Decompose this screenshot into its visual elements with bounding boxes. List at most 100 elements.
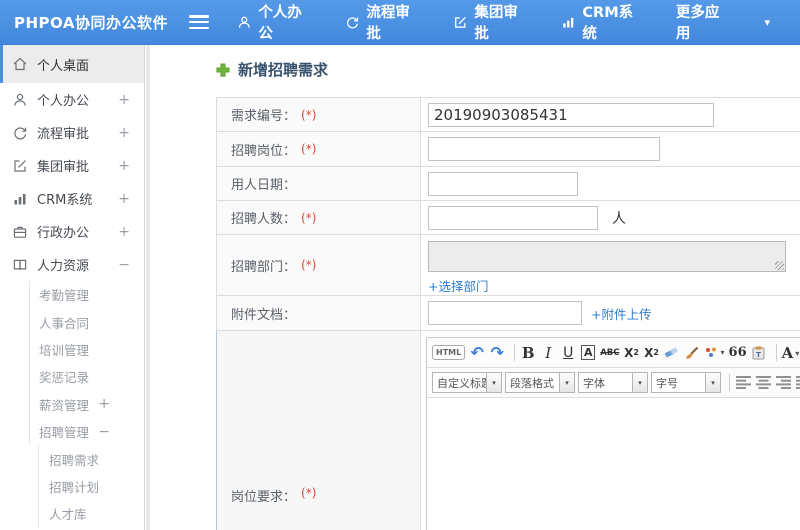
toolbar-divider (775, 344, 777, 361)
process-icon (346, 16, 358, 28)
field-label: 招聘人数： (231, 212, 297, 227)
sidebar-item-recruit-mgmt[interactable]: 招聘管理 − (0, 417, 144, 446)
field-label: 用人日期： (231, 178, 297, 193)
headcount-input[interactable] (428, 205, 598, 230)
expand-icon[interactable]: + (118, 191, 130, 207)
redo-icon[interactable]: ↷ (489, 342, 505, 364)
field-label: 招聘岗位： (231, 143, 297, 159)
attachment-input[interactable] (428, 301, 582, 325)
person-icon (238, 16, 250, 28)
expand-icon[interactable]: + (118, 125, 130, 141)
align-justify-icon[interactable] (795, 372, 800, 394)
align-center-icon[interactable] (755, 372, 771, 394)
page-title: 新增招聘需求 (238, 61, 329, 79)
form-row-attachment: 附件文档： +附件上传 (216, 296, 800, 331)
sidebar-item-recruit-demand[interactable]: 招聘需求 (0, 445, 144, 474)
briefcase-icon (13, 226, 27, 238)
italic-button[interactable]: I (540, 342, 556, 364)
font-size-select[interactable]: 字号 ▾ (651, 372, 721, 393)
editor-toolbar-row1: HTML ↶ ↷ B I U A ABC X2 X2 ▾ 66 T A ▾ (427, 338, 800, 368)
caret-down-icon: ▾ (486, 373, 501, 392)
form-row-department: 招聘部门： (*) +选择部门 (216, 235, 800, 296)
color-palette-icon[interactable]: ▾ (704, 342, 725, 364)
custom-heading-select[interactable]: 自定义标题 ▾ (432, 372, 502, 393)
main-content: 新增招聘需求 需求编号： (*) 招聘岗位： (*) (150, 45, 800, 530)
expand-icon[interactable]: + (98, 396, 110, 412)
hamburger-menu-icon[interactable] (189, 15, 209, 29)
topbar: PHPOA协同办公软件 个人办公 流程审批 集团审批 CRM系统 更多应用 ▾ (0, 0, 800, 45)
nav-item-process-approval[interactable]: 流程审批 (345, 1, 423, 43)
sidebar-item-personal-office[interactable]: 个人办公 + (0, 83, 144, 116)
html-source-button[interactable]: HTML (432, 345, 466, 360)
toolbar-divider (514, 344, 516, 361)
paste-table-icon[interactable]: T (751, 342, 767, 364)
form-row-hire-date: 用人日期： (216, 167, 800, 201)
upload-attachment-link[interactable]: +附件上传 (591, 304, 651, 323)
collapse-icon[interactable]: − (118, 257, 130, 273)
editor-content-area[interactable] (427, 398, 800, 530)
caret-down-icon: ▾ (795, 347, 800, 358)
required-mark: (*) (301, 486, 317, 500)
sidebar-item-attendance[interactable]: 考勤管理 (0, 281, 144, 309)
chart-icon (563, 17, 574, 28)
sidebar-item-recruit-plan[interactable]: 招聘计划 (0, 472, 144, 501)
collapse-icon[interactable]: − (98, 424, 110, 440)
app-window: PHPOA协同办公软件 个人办公 流程审批 集团审批 CRM系统 更多应用 ▾ … (0, 0, 800, 530)
department-textarea[interactable] (428, 241, 786, 272)
nav-item-group-approval[interactable]: 集团审批 (453, 1, 531, 43)
nav-item-personal-office[interactable]: 个人办公 (237, 1, 315, 43)
sidebar-item-talent-pool[interactable]: 人才库 (0, 500, 144, 528)
top-navigation: 个人办公 流程审批 集团审批 CRM系统 更多应用 ▾ (237, 1, 800, 43)
page-header: 新增招聘需求 (216, 59, 328, 80)
field-label: 需求编号： (231, 109, 297, 124)
add-icon (216, 62, 230, 77)
paragraph-format-select[interactable]: 段落格式 ▾ (505, 372, 575, 393)
required-mark: (*) (301, 142, 317, 156)
form-row-job-requirements: 岗位要求： (*) HTML ↶ ↷ B I U A ABC X 2 X 2 ▾… (216, 331, 800, 530)
caret-down-icon: ▾ (632, 373, 647, 392)
more-apps-caret[interactable]: ▾ (762, 16, 770, 29)
home-icon (13, 57, 27, 71)
sidebar-item-hr[interactable]: 人力资源 − (0, 248, 144, 281)
nav-item-crm[interactable]: CRM系统 (561, 1, 646, 43)
align-left-icon[interactable] (735, 372, 751, 394)
position-input[interactable] (428, 137, 660, 161)
undo-icon[interactable]: ↶ (469, 342, 485, 364)
process-icon (14, 126, 27, 139)
sidebar-item-process-approval[interactable]: 流程审批 + (0, 116, 144, 149)
hire-date-input[interactable] (428, 171, 578, 196)
sidebar-item-group-approval[interactable]: 集团审批 + (0, 149, 144, 182)
blockquote-button[interactable]: 66 (729, 342, 747, 364)
sidebar-item-crm[interactable]: CRM系统 + (0, 182, 144, 215)
underline-button[interactable]: U (560, 342, 576, 364)
sidebar-item-admin-office[interactable]: 行政办公 + (0, 215, 144, 248)
sidebar-item-rewards[interactable]: 奖惩记录 (0, 363, 144, 391)
expand-icon[interactable]: + (118, 92, 130, 108)
resize-grip[interactable] (775, 261, 784, 270)
sidebar-item-training[interactable]: 培训管理 (0, 335, 144, 364)
sidebar-item-personal-desktop[interactable]: 个人桌面 (0, 45, 144, 83)
demand-code-input[interactable] (428, 102, 714, 127)
eraser-icon[interactable] (664, 342, 680, 364)
format-brush-icon[interactable] (684, 342, 700, 364)
font-style-button[interactable]: A (580, 345, 596, 360)
expand-icon[interactable]: + (118, 224, 130, 240)
font-family-select[interactable]: 字体 ▾ (578, 372, 648, 393)
subscript-button[interactable]: X2 (644, 342, 660, 364)
choose-department-link[interactable]: +选择部门 (428, 276, 488, 295)
superscript-button[interactable]: X2 (624, 342, 640, 364)
sidebar-item-hr-contract[interactable]: 人事合同 (0, 308, 144, 337)
bold-button[interactable]: B (520, 342, 536, 364)
font-color-button[interactable]: A ▾ (782, 342, 800, 364)
rich-text-editor: HTML ↶ ↷ B I U A ABC X2 X2 ▾ 66 T A ▾ 自定… (426, 337, 800, 530)
sidebar-item-salary[interactable]: 薪资管理 + (0, 390, 144, 419)
strikethrough-button[interactable]: ABC (600, 342, 619, 364)
required-mark: (*) (301, 258, 317, 272)
nav-item-more-apps[interactable]: 更多应用 (676, 1, 733, 43)
person-icon (14, 93, 26, 106)
required-mark: (*) (301, 210, 317, 225)
align-right-icon[interactable] (775, 372, 791, 394)
toolbar-divider (729, 374, 730, 391)
form-row-headcount: 招聘人数： (*) 人 (216, 201, 800, 235)
expand-icon[interactable]: + (118, 158, 130, 174)
